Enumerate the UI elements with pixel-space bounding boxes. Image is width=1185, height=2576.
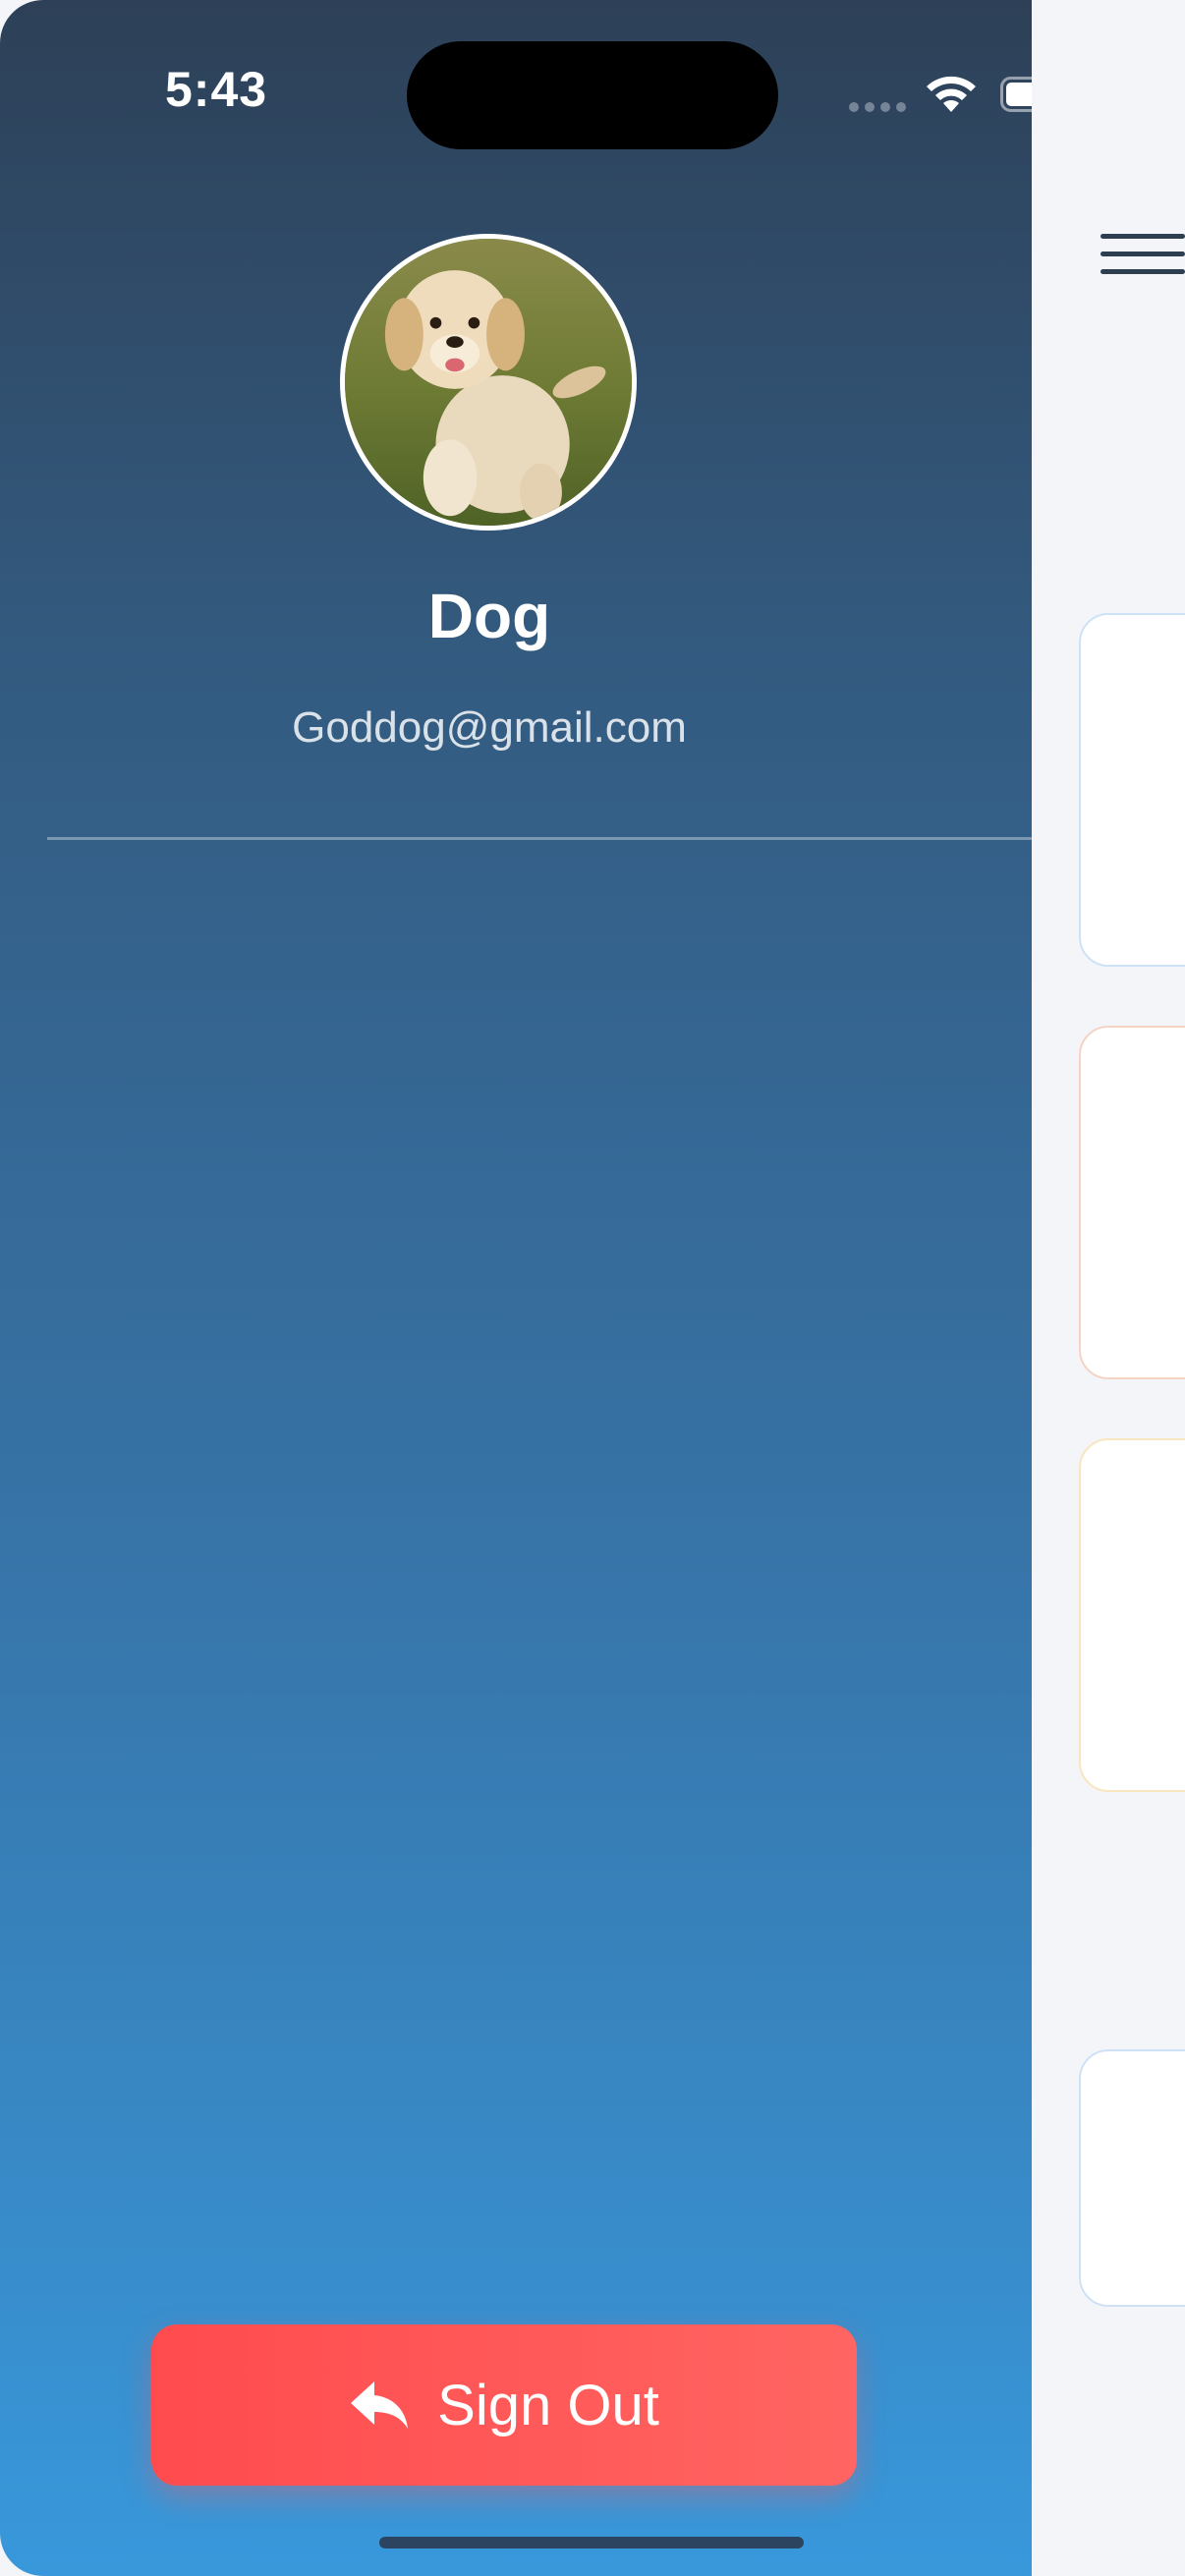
sign-out-button[interactable]: Sign Out: [151, 2324, 857, 2486]
dashboard-card[interactable]: [1079, 1438, 1185, 1792]
battery-icon: [1000, 77, 1032, 112]
dashboard-card[interactable]: [1079, 1026, 1185, 1379]
app-screen: 5:43 Dog Goddog@gmail.com Sign Out: [0, 0, 1185, 2576]
profile-name: Dog: [427, 581, 551, 651]
divider: [47, 837, 1032, 840]
status-time: 5:43: [165, 62, 268, 117]
wifi-icon: [927, 76, 976, 112]
avatar[interactable]: [340, 234, 637, 531]
dashboard-card[interactable]: [1079, 2049, 1185, 2307]
reply-arrow-icon: [351, 2381, 409, 2429]
cellular-signal-icon: [849, 102, 906, 112]
dog-photo-icon: [345, 239, 632, 526]
profile-email: Goddog@gmail.com: [292, 703, 687, 752]
sign-out-label: Sign Out: [437, 2373, 659, 2437]
hamburger-menu-icon[interactable]: [1100, 232, 1185, 279]
dashboard-card[interactable]: [1079, 613, 1185, 967]
side-drawer: 5:43 Dog Goddog@gmail.com Sign Out: [0, 0, 1032, 2576]
dynamic-island: [407, 41, 778, 149]
home-indicator[interactable]: [379, 2537, 804, 2548]
